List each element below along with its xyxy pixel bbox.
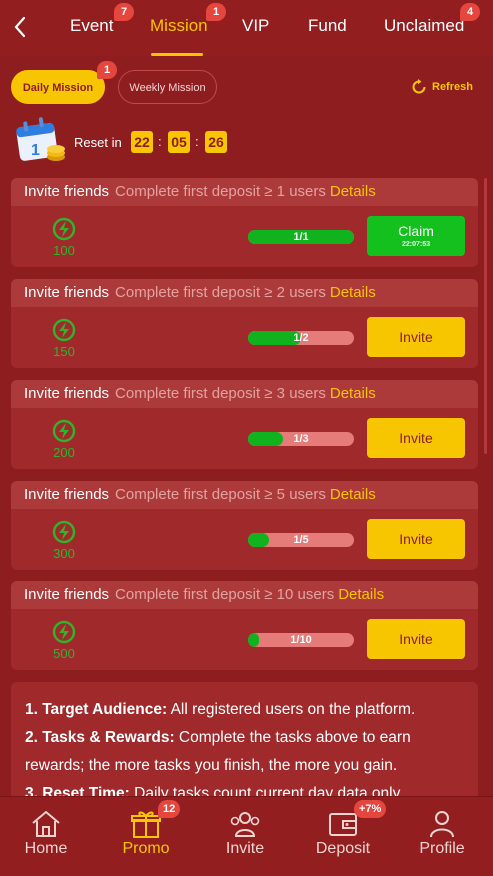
nav-profile[interactable]: Profile [402,809,482,858]
scrollbar[interactable] [484,178,487,454]
lightning-icon [52,217,76,241]
mission-header: Invite friends Complete first deposit ≥ 1… [11,581,478,609]
reward-amount: 150 [53,344,75,359]
lightning-icon [52,419,76,443]
progress-text: 1/3 [293,433,309,445]
nav-deposit-label: Deposit [315,840,371,857]
weekly-mission-tab[interactable]: Weekly Mission [118,70,217,104]
mission-title: Invite friends [24,183,110,200]
progress-text: 1/1 [293,231,309,243]
progress-bar: 1/10 [248,633,354,647]
mission-details-link[interactable]: Details [330,385,376,402]
mission-card: Invite friends Complete first deposit ≥ 1… [11,178,478,267]
mission-header: Invite friends Complete first deposit ≥ 1… [11,178,478,206]
mission-card: Invite friends Complete first deposit ≥ 2… [11,279,478,368]
tab-unclaimed[interactable]: Unclaimed [384,16,464,36]
mission-description: Complete first deposit ≥ 3 users [115,385,326,402]
tab-event[interactable]: Event [70,16,113,36]
refresh-button[interactable]: Refresh [410,78,473,96]
users-icon [230,812,260,837]
mission-header: Invite friends Complete first deposit ≥ 3… [11,380,478,408]
reset-minutes: 05 [168,131,190,153]
mission-card: Invite friends Complete first deposit ≥ 3… [11,380,478,469]
mission-title: Invite friends [24,486,110,503]
nav-invite[interactable]: Invite [205,809,285,858]
mission-description: Complete first deposit ≥ 5 users [115,486,326,503]
claim-label: Claim [398,223,434,239]
daily-mission-badge: 1 [97,61,117,79]
nav-invite-label: Invite [225,840,265,857]
mission-details-link[interactable]: Details [338,586,384,603]
lightning-icon [52,620,76,644]
nav-promo-badge: 12 [158,800,181,818]
mission-details-link[interactable]: Details [330,486,376,503]
bottom-nav: Home Promo 12 Invite Deposit +7% Profile [0,796,493,876]
weekly-mission-label: Weekly Mission [129,82,206,94]
invite-button[interactable]: Invite [367,317,465,357]
refresh-icon [412,79,426,94]
lightning-icon [52,318,76,342]
reward-amount: 200 [53,445,75,460]
calendar-coins-icon: 1 [16,117,65,161]
progress-text: 1/10 [290,634,312,646]
time-separator: : [158,134,162,149]
mission-details-link[interactable]: Details [330,284,376,301]
reward-amount: 300 [53,546,75,561]
reset-hours: 22 [131,131,153,153]
nav-home-label: Home [24,840,68,857]
reset-seconds: 26 [205,131,227,153]
mission-card: Invite friends Complete first deposit ≥ 1… [11,581,478,670]
invite-button[interactable]: Invite [367,619,465,659]
progress-bar: 1/1 [248,230,354,244]
claim-button[interactable]: Claim 22:07:53 [367,216,465,256]
reward-amount: 500 [53,646,75,661]
user-icon [430,811,454,838]
progress-text: 1/2 [293,332,309,344]
progress-bar: 1/2 [248,331,354,345]
home-icon [32,811,60,837]
invite-button[interactable]: Invite [367,519,465,559]
nav-home[interactable]: Home [6,809,86,858]
mission-card: Invite friends Complete first deposit ≥ 5… [11,481,478,570]
tab-event-badge: 7 [114,3,134,21]
rules-panel: 1. Target Audience: All registered users… [11,682,478,802]
claim-countdown: 22:07:53 [401,241,431,248]
reset-timer: 1 Reset in 22 : 05 : 26 [16,117,276,167]
tab-fund[interactable]: Fund [308,16,347,36]
mission-header: Invite friends Complete first deposit ≥ 2… [11,279,478,307]
progress-bar: 1/5 [248,533,354,547]
progress-text: 1/5 [293,534,309,546]
mission-header: Invite friends Complete first deposit ≥ 5… [11,481,478,509]
mission-description: Complete first deposit ≥ 10 users [115,586,335,603]
mission-details-link[interactable]: Details [330,183,376,200]
nav-promo-label: Promo [122,840,170,857]
lightning-icon [52,520,76,544]
top-nav: Event 7 Mission 1 VIP Fund Unclaimed 4 [0,0,493,56]
mission-description: Complete first deposit ≥ 1 users [115,183,326,200]
active-tab-indicator [151,53,203,56]
rule-item: 2. Tasks & Rewards: Complete the tasks a… [25,729,411,774]
tab-unclaimed-badge: 4 [460,3,480,21]
mission-title: Invite friends [24,586,110,603]
time-separator: : [195,134,199,149]
refresh-label: Refresh [432,81,473,93]
reset-label: Reset in [74,135,122,150]
tab-vip[interactable]: VIP [242,16,269,36]
daily-mission-tab[interactable]: Daily Mission [11,70,105,104]
nav-profile-label: Profile [419,840,465,857]
rule-item: 1. Target Audience: All registered users… [25,701,416,718]
tab-mission[interactable]: Mission [150,16,208,36]
daily-mission-label: Daily Mission [22,82,94,94]
reward-amount: 100 [53,243,75,258]
mission-title: Invite friends [24,385,110,402]
nav-deposit-badge: +7% [354,800,387,818]
invite-button[interactable]: Invite [367,418,465,458]
mission-title: Invite friends [24,284,110,301]
back-arrow-icon[interactable] [10,14,32,40]
tab-mission-badge: 1 [206,3,226,21]
svg-text:1: 1 [31,142,40,159]
progress-bar: 1/3 [248,432,354,446]
mission-description: Complete first deposit ≥ 2 users [115,284,326,301]
